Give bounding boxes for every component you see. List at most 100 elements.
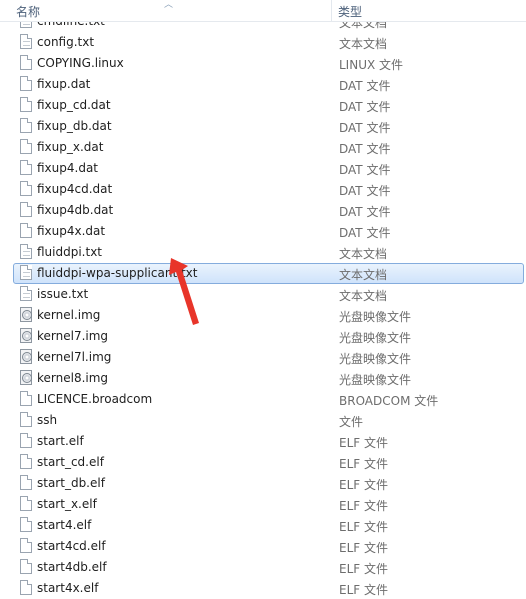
file-name: start_db.elf	[37, 476, 105, 490]
file-row[interactable]: kernel7l.img 光盘映像文件	[0, 347, 526, 368]
file-name: fixup4x.dat	[37, 224, 106, 238]
file-type: ELF 文件	[339, 478, 388, 492]
file-type: DAT 文件	[339, 79, 391, 93]
file-row[interactable]: ssh 文件	[0, 410, 526, 431]
file-row[interactable]: kernel8.img 光盘映像文件	[0, 368, 526, 389]
file-name: kernel.img	[37, 308, 101, 322]
file-icon	[20, 391, 32, 406]
file-row[interactable]: COPYING.linux LINUX 文件	[0, 53, 526, 74]
file-name: config.txt	[37, 35, 95, 49]
disc-image-icon	[20, 349, 32, 364]
file-row[interactable]: start4cd.elf ELF 文件	[0, 536, 526, 557]
column-divider[interactable]	[331, 0, 332, 21]
file-icon	[20, 580, 32, 595]
file-row[interactable]: fixup4cd.dat DAT 文件	[0, 179, 526, 200]
file-icon	[20, 475, 32, 490]
file-row[interactable]: kernel.img 光盘映像文件	[0, 305, 526, 326]
text-file-icon	[20, 265, 32, 280]
file-row-selected[interactable]: fluiddpi-wpa-supplicant.txt 文本文档	[0, 263, 526, 284]
file-row[interactable]: fixup_x.dat DAT 文件	[0, 137, 526, 158]
disc-image-icon	[20, 328, 32, 343]
file-row[interactable]: start4.elf ELF 文件	[0, 515, 526, 536]
file-name: fluiddpi-wpa-supplicant.txt	[37, 266, 198, 280]
file-type: DAT 文件	[339, 121, 391, 135]
file-row[interactable]: start_cd.elf ELF 文件	[0, 452, 526, 473]
file-name: fluiddpi.txt	[37, 245, 103, 259]
file-name: issue.txt	[37, 287, 89, 301]
text-file-icon	[20, 286, 32, 301]
file-type: 光盘映像文件	[339, 373, 412, 387]
file-row[interactable]: fluiddpi.txt 文本文档	[0, 242, 526, 263]
file-name: start4cd.elf	[37, 539, 106, 553]
file-icon	[20, 454, 32, 469]
file-name: LICENCE.broadcom	[37, 392, 153, 406]
file-type: 光盘映像文件	[339, 331, 412, 345]
text-file-icon	[20, 244, 32, 259]
file-name: start.elf	[37, 434, 84, 448]
file-name: start4db.elf	[37, 560, 107, 574]
file-icon	[20, 412, 32, 427]
file-name: kernel7l.img	[37, 350, 112, 364]
file-name: fixup4cd.dat	[37, 182, 113, 196]
file-row[interactable]: start4x.elf ELF 文件	[0, 578, 526, 599]
file-row[interactable]: LICENCE.broadcom BROADCOM 文件	[0, 389, 526, 410]
file-name: start4x.elf	[37, 581, 99, 595]
file-name: kernel8.img	[37, 371, 109, 385]
file-row[interactable]: fixup_cd.dat DAT 文件	[0, 95, 526, 116]
file-name: kernel7.img	[37, 329, 109, 343]
file-name: ssh	[37, 413, 58, 427]
file-name: fixup_cd.dat	[37, 98, 111, 112]
file-type: LINUX 文件	[339, 58, 404, 72]
name-column-header[interactable]: 名称	[16, 3, 40, 20]
file-icon	[20, 97, 32, 112]
file-type: DAT 文件	[339, 226, 391, 240]
file-row[interactable]: kernel7.img 光盘映像文件	[0, 326, 526, 347]
file-icon	[20, 223, 32, 238]
file-row[interactable]: start_db.elf ELF 文件	[0, 473, 526, 494]
file-row[interactable]: start4db.elf ELF 文件	[0, 557, 526, 578]
file-row[interactable]: fixup4.dat DAT 文件	[0, 158, 526, 179]
file-type: 光盘映像文件	[339, 310, 412, 324]
file-icon	[20, 538, 32, 553]
file-type: 文本文档	[339, 37, 388, 51]
file-icon	[20, 76, 32, 91]
column-header-bar: ︿ 名称 类型	[0, 0, 526, 22]
file-name: start_cd.elf	[37, 455, 104, 469]
file-icon	[20, 160, 32, 175]
file-row[interactable]: fixup4db.dat DAT 文件	[0, 200, 526, 221]
file-row[interactable]: config.txt 文本文档	[0, 32, 526, 53]
file-name: start_x.elf	[37, 497, 97, 511]
file-icon	[20, 139, 32, 154]
file-icon	[20, 202, 32, 217]
file-row[interactable]: start_x.elf ELF 文件	[0, 494, 526, 515]
file-type: DAT 文件	[339, 184, 391, 198]
file-name: COPYING.linux	[37, 56, 124, 70]
file-type: 文本文档	[339, 268, 388, 282]
file-row[interactable]: fixup.dat DAT 文件	[0, 74, 526, 95]
file-row[interactable]: start.elf ELF 文件	[0, 431, 526, 452]
file-row[interactable]: fixup_db.dat DAT 文件	[0, 116, 526, 137]
file-type: BROADCOM 文件	[339, 394, 439, 408]
type-column-header[interactable]: 类型	[338, 3, 362, 20]
file-name: fixup4.dat	[37, 161, 99, 175]
file-icon	[20, 517, 32, 532]
file-type: ELF 文件	[339, 520, 388, 534]
file-type: 文件	[339, 415, 364, 429]
file-type: ELF 文件	[339, 541, 388, 555]
file-name: start4.elf	[37, 518, 92, 532]
file-name: fixup_db.dat	[37, 119, 112, 133]
file-type: ELF 文件	[339, 457, 388, 471]
disc-image-icon	[20, 370, 32, 385]
file-icon	[20, 55, 32, 70]
file-type: ELF 文件	[339, 583, 388, 597]
file-type: 文本文档	[339, 289, 388, 303]
file-name: fixup4db.dat	[37, 203, 114, 217]
file-type: DAT 文件	[339, 142, 391, 156]
file-icon	[20, 433, 32, 448]
text-file-icon	[20, 34, 32, 49]
file-row[interactable]: fixup4x.dat DAT 文件	[0, 221, 526, 242]
file-type: DAT 文件	[339, 100, 391, 114]
file-row[interactable]: issue.txt 文本文档	[0, 284, 526, 305]
file-type: ELF 文件	[339, 562, 388, 576]
sort-ascending-icon: ︿	[164, 0, 174, 10]
